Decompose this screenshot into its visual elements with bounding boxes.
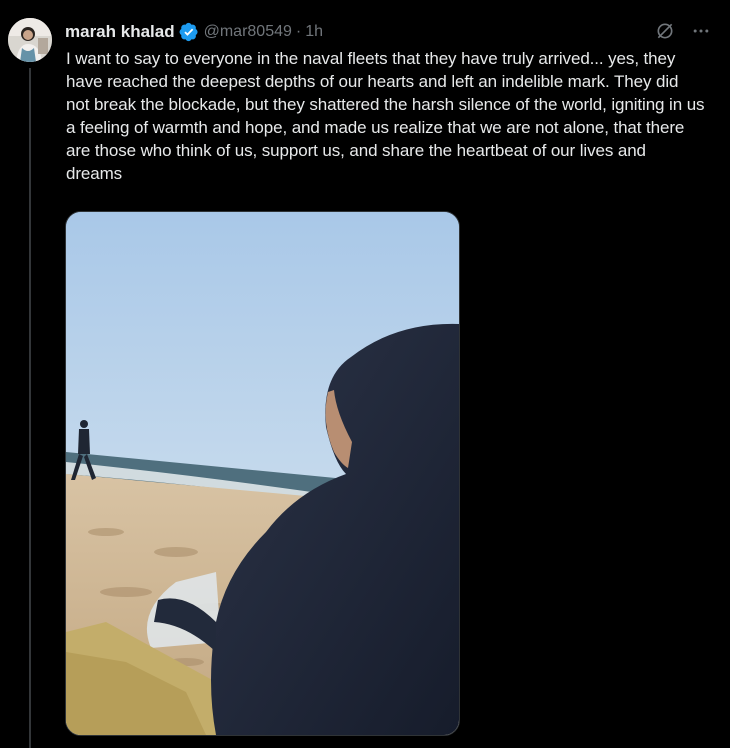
- grok-icon[interactable]: [654, 20, 676, 42]
- tweet-header: marah khalad @mar80549 · 1h: [65, 20, 710, 44]
- thread-line: [29, 68, 31, 748]
- separator-dot: ·: [295, 23, 302, 40]
- user-handle[interactable]: @mar80549: [204, 22, 292, 42]
- tweet[interactable]: marah khalad @mar80549 · 1h I want to sa: [0, 0, 730, 748]
- tweet-media-photo[interactable]: [65, 211, 460, 736]
- display-name[interactable]: marah khalad: [65, 22, 175, 42]
- timestamp[interactable]: 1h: [305, 22, 323, 42]
- verified-badge-icon: [179, 22, 199, 42]
- beach-photo: [66, 212, 459, 735]
- tweet-text: I want to say to everyone in the naval f…: [66, 49, 705, 183]
- more-icon[interactable]: [690, 20, 712, 42]
- avatar[interactable]: [8, 18, 52, 62]
- tweet-actions: [654, 20, 712, 42]
